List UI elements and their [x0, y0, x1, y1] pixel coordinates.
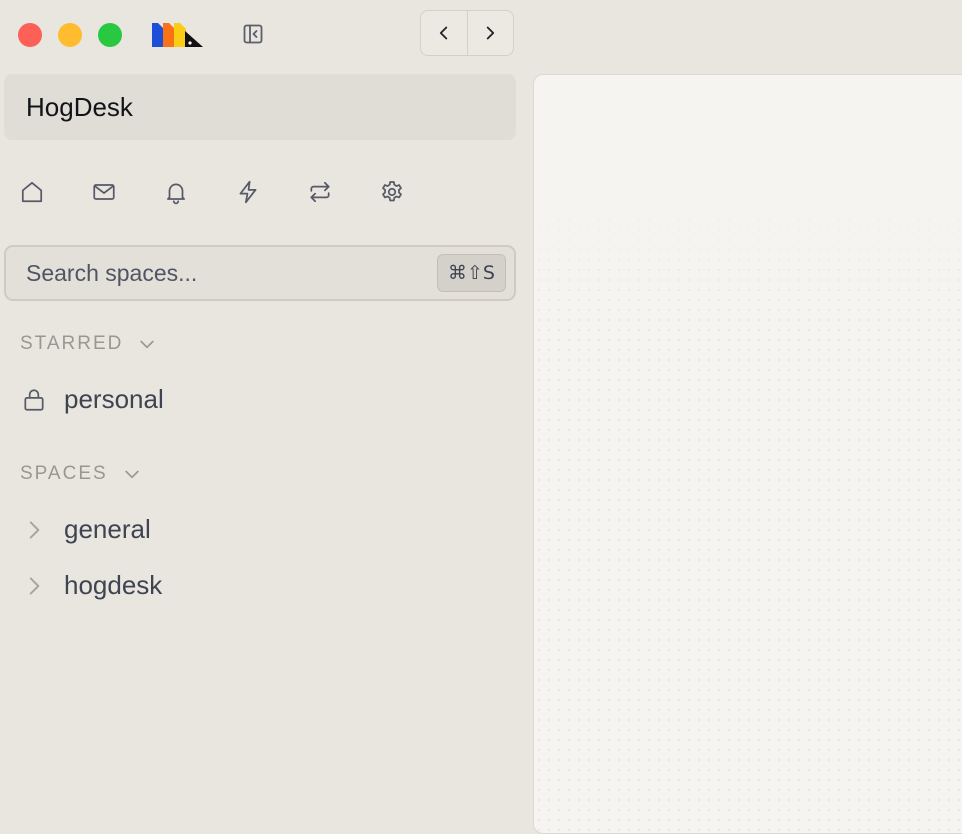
chevron-down-icon	[140, 340, 155, 349]
search-shortcut-badge: ⌘⇧S	[437, 254, 506, 292]
history-nav	[420, 10, 514, 56]
sidebar-toggle-button[interactable]	[241, 22, 265, 46]
search-input[interactable]	[6, 246, 438, 300]
forward-button[interactable]	[466, 11, 514, 55]
window-minimize-button[interactable]	[58, 23, 82, 47]
main-content-panel	[533, 74, 962, 834]
bell-icon	[167, 183, 185, 205]
home-button[interactable]	[16, 176, 48, 208]
chevron-left-icon	[439, 26, 447, 40]
space-search: ⌘⇧S	[4, 245, 516, 301]
starred-section-toggle[interactable]: STARRED	[20, 333, 157, 355]
settings-button[interactable]	[376, 176, 408, 208]
spaces-section-toggle[interactable]: SPACES	[20, 463, 142, 485]
sync-button[interactable]	[304, 176, 336, 208]
chevron-right-icon	[487, 26, 495, 40]
home-icon	[21, 181, 43, 203]
gear-icon	[382, 181, 402, 202]
repeat-icon	[310, 181, 330, 203]
chevron-right-icon[interactable]	[21, 517, 47, 543]
activity-button[interactable]	[232, 176, 264, 208]
starred-item-label: personal	[64, 384, 164, 414]
chevron-down-icon	[125, 470, 139, 479]
spaces-section-title: SPACES	[20, 463, 108, 484]
space-item-label: general	[64, 514, 151, 544]
window-maximize-button[interactable]	[98, 23, 122, 47]
back-button[interactable]	[421, 11, 467, 55]
space-item-label: hogdesk	[64, 570, 163, 600]
window-close-button[interactable]	[18, 23, 42, 47]
lightning-icon	[239, 180, 257, 204]
workspace-switcher[interactable]: HogDesk	[4, 74, 516, 140]
chevron-right-icon[interactable]	[21, 573, 47, 599]
lock-icon	[24, 388, 44, 411]
workspace-name: HogDesk	[26, 91, 133, 122]
notifications-button[interactable]	[160, 176, 192, 208]
sidebar-left-icon	[243, 24, 263, 44]
starred-section-title: STARRED	[20, 333, 124, 354]
inbox-button[interactable]	[88, 176, 120, 208]
app-logo-icon	[152, 23, 203, 47]
starred-item-personal[interactable]: personal	[20, 384, 164, 415]
space-item-general[interactable]: general	[20, 514, 151, 545]
mail-icon	[93, 184, 115, 200]
space-item-hogdesk[interactable]: hogdesk	[20, 570, 162, 601]
quick-nav	[16, 176, 448, 208]
